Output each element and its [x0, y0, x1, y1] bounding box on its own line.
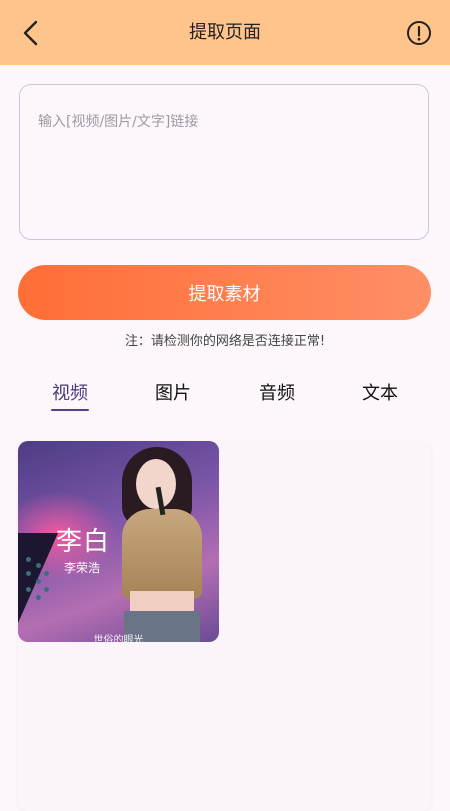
- tab-label: 视频: [52, 383, 88, 404]
- network-note: 注：请检测你的网络是否连接正常!: [124, 334, 326, 349]
- tab-label: 音频: [259, 383, 295, 404]
- link-input[interactable]: [20, 85, 428, 239]
- app-header: 提取页面: [0, 0, 450, 65]
- overlay-song-title: 李白: [56, 527, 111, 557]
- page-title: 提取页面: [189, 22, 261, 43]
- singer-top: [122, 509, 202, 599]
- info-circle-icon: [407, 21, 431, 45]
- video-caption: 世俗的眼光: [93, 635, 144, 642]
- media-tabs: 视频 图片 音频 文本: [0, 380, 450, 416]
- media-grid: 李白 李荣浩 世俗的眼光: [18, 441, 431, 811]
- video-thumbnail[interactable]: 李白 李荣浩 世俗的眼光: [18, 441, 219, 642]
- stage-dots: [24, 553, 52, 613]
- active-tab-indicator: [51, 409, 89, 411]
- tab-video[interactable]: 视频: [30, 380, 110, 416]
- tab-label: 文本: [362, 383, 398, 404]
- tab-audio[interactable]: 音频: [237, 380, 317, 416]
- tab-text[interactable]: 文本: [340, 380, 420, 416]
- tab-label: 图片: [155, 383, 191, 404]
- overlay-artist: 李荣浩: [64, 561, 101, 575]
- link-input-box: [19, 84, 429, 240]
- singer-waist: [130, 591, 194, 613]
- tab-image[interactable]: 图片: [133, 380, 213, 416]
- singer-face: [136, 459, 176, 509]
- extract-button[interactable]: 提取素材: [18, 265, 431, 320]
- info-button[interactable]: [402, 16, 436, 50]
